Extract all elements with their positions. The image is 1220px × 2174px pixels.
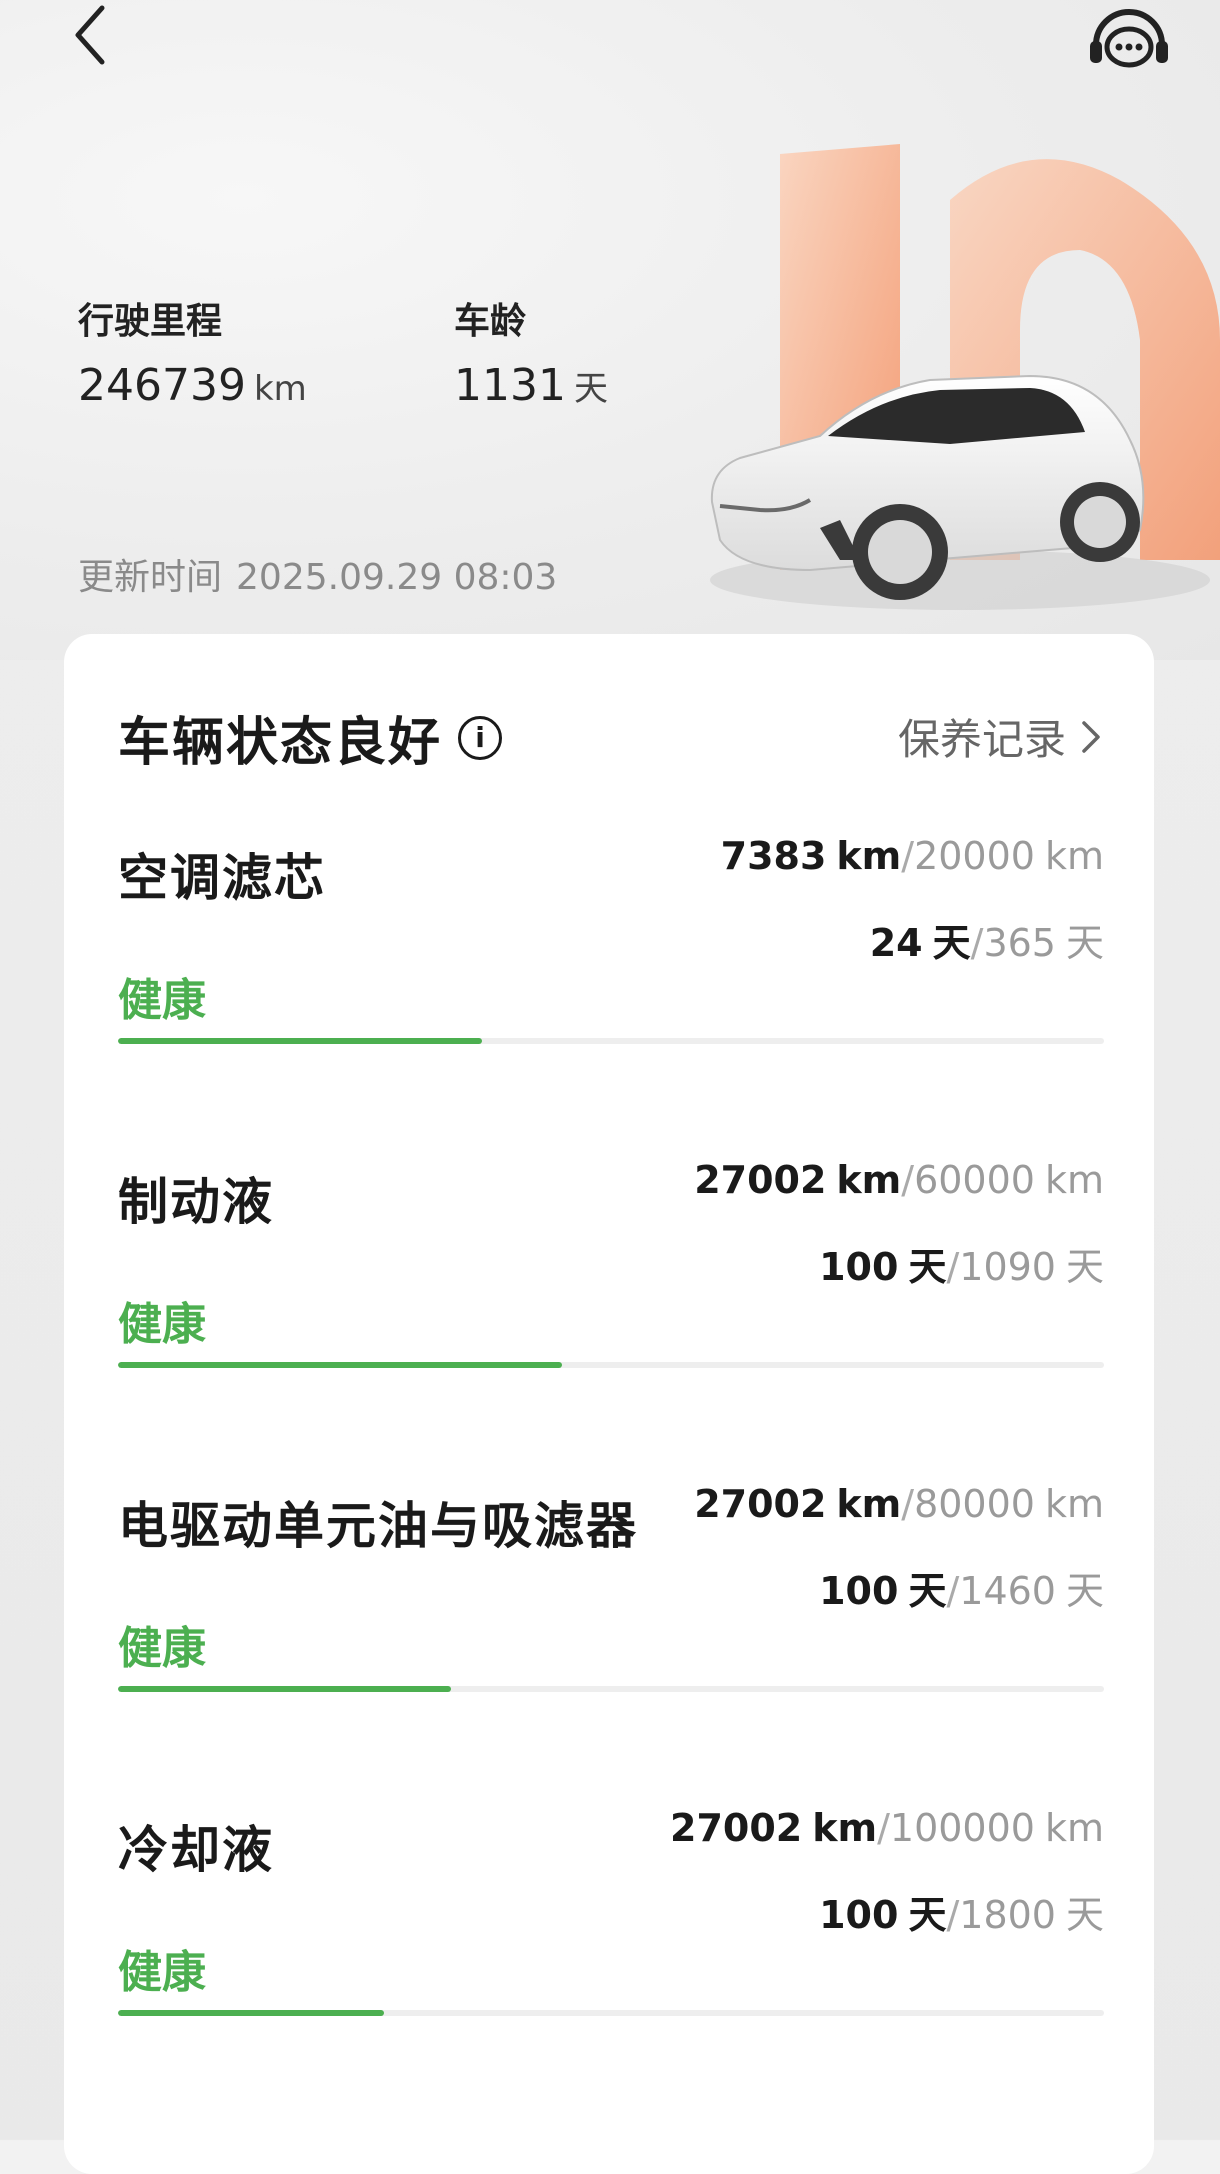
mileage-value: 246739 km (78, 358, 307, 417)
item-name: 电驱动单元油与吸滤器 (118, 1497, 638, 1555)
item-day-separator: / (946, 1245, 960, 1289)
progress-track (118, 1686, 1104, 1692)
maintenance-item[interactable]: 空调滤芯 7383 km/20000 km 24 天/365 天健康 (118, 834, 1104, 1124)
mileage-unit: km (253, 369, 307, 409)
maintenance-item[interactable]: 电驱动单元油与吸滤器 27002 km/80000 km 100 天/1460 天健康 (118, 1482, 1104, 1772)
item-km-separator: / (901, 1482, 915, 1526)
item-days: 100 天/1460 天 (819, 1560, 1104, 1615)
item-day-limit-unit: 天 (1065, 1245, 1104, 1289)
item-km-separator: / (877, 1806, 890, 1850)
item-name: 冷却液 (118, 1821, 274, 1879)
item-name: 空调滤芯 (118, 849, 326, 907)
item-days: 100 天/1090 天 (819, 1236, 1104, 1291)
status-title: 车辆状态良好 (118, 713, 443, 773)
item-day-separator: / (946, 1893, 960, 1937)
item-day-current-unit: 天 (932, 921, 971, 965)
progress-fill (118, 1362, 562, 1368)
item-day-current-unit: 天 (908, 1569, 947, 1613)
age-unit: 天 (573, 369, 608, 409)
maintenance-item[interactable]: 冷却液 27002 km/100000 km 100 天/1800 天健康 (118, 1806, 1104, 2096)
maintenance-record-label: 保养记录 (897, 715, 1066, 764)
item-mileage: 27002 km/80000 km (694, 1482, 1104, 1526)
item-km-limit-unit: km (1044, 1806, 1104, 1850)
item-day-limit: 1460 (959, 1569, 1056, 1613)
progress-fill (118, 2010, 385, 2016)
item-day-limit-unit: 天 (1065, 1893, 1104, 1937)
item-km-limit-unit: km (1044, 1158, 1104, 1202)
item-km-separator: / (901, 834, 915, 878)
item-day-limit: 365 (983, 921, 1056, 965)
progress-track (118, 2010, 1104, 2016)
car-illustration (710, 144, 1220, 610)
item-km-limit-unit: km (1044, 1482, 1104, 1526)
item-km-limit-unit: km (1044, 834, 1104, 878)
item-day-current: 100 (819, 1569, 899, 1613)
item-mileage: 27002 km/60000 km (694, 1158, 1104, 1202)
health-status: 健康 (118, 975, 206, 1026)
age-label: 车龄 (454, 301, 527, 342)
item-km-current-unit: km (836, 1482, 902, 1526)
item-days: 100 天/1800 天 (819, 1884, 1104, 1939)
item-km-limit: 100000 (889, 1806, 1035, 1850)
info-icon[interactable]: i (458, 715, 503, 760)
item-km-limit: 20000 (914, 834, 1035, 878)
mileage-number: 246739 (78, 360, 246, 411)
item-mileage: 27002 km/100000 km (670, 1806, 1104, 1850)
item-km-current: 27002 (694, 1158, 827, 1202)
card-header: 车辆状态良好 i (118, 700, 503, 775)
item-day-limit: 1090 (959, 1245, 1056, 1289)
item-days: 24 天/365 天 (870, 912, 1104, 967)
item-km-current-unit: km (836, 1158, 902, 1202)
item-day-limit-unit: 天 (1065, 921, 1104, 965)
item-day-separator: / (946, 1569, 960, 1613)
item-km-current: 7383 (720, 834, 827, 878)
hero-banner: 行驶里程 246739 km 车龄 1131 天 更新时间 2025.09.29 08… (0, 0, 1220, 660)
item-km-current-unit: km (836, 834, 902, 878)
item-mileage: 7383 km/20000 km (721, 834, 1104, 878)
item-day-current: 100 (819, 1245, 899, 1289)
item-day-current-unit: 天 (908, 1893, 947, 1937)
item-name: 制动液 (118, 1173, 274, 1231)
progress-fill (118, 1686, 452, 1692)
progress-fill (118, 1038, 482, 1044)
health-status: 健康 (118, 1623, 206, 1674)
item-day-current: 24 (869, 921, 923, 965)
chevron-left-icon (75, 5, 105, 65)
back-button[interactable] (60, 2, 120, 68)
headset-chat-icon (1090, 9, 1168, 68)
item-day-limit: 1800 (959, 1893, 1056, 1937)
maintenance-item[interactable]: 制动液 27002 km/60000 km 100 天/1090 天健康 (118, 1158, 1104, 1448)
health-status: 健康 (118, 1947, 206, 1998)
item-day-limit-unit: 天 (1065, 1569, 1104, 1613)
update-time: 更新时间 2025.09.29 08:03 (78, 548, 557, 600)
item-day-separator: / (970, 921, 984, 965)
age-value: 1131 天 (454, 358, 608, 417)
maintenance-card: 车辆状态良好 i 保养记录 空调滤芯 7383 km/20000 km 24 天/365 天… (64, 634, 1154, 2174)
vehicle-age-stat: 车龄 1131 天 (454, 298, 608, 417)
item-km-limit: 60000 (914, 1158, 1035, 1202)
update-label: 更新时间 (78, 557, 223, 598)
item-km-current-unit: km (812, 1806, 878, 1850)
progress-track (118, 1362, 1104, 1368)
item-km-current: 27002 (694, 1482, 827, 1526)
mileage-stat: 行驶里程 246739 km (78, 298, 307, 417)
chevron-right-icon (1080, 719, 1102, 755)
age-number: 1131 (454, 360, 566, 411)
item-km-limit: 80000 (914, 1482, 1035, 1526)
progress-track (118, 1038, 1104, 1044)
maintenance-record-link[interactable]: 保养记录 (898, 706, 1102, 767)
item-day-current: 100 (819, 1893, 899, 1937)
mileage-label: 行驶里程 (78, 301, 223, 342)
item-km-current: 27002 (670, 1806, 803, 1850)
item-km-separator: / (901, 1158, 915, 1202)
customer-service-button[interactable] (1084, 0, 1174, 80)
update-timestamp: 2025.09.29 08:03 (236, 557, 558, 598)
health-status: 健康 (118, 1299, 206, 1350)
item-day-current-unit: 天 (908, 1245, 947, 1289)
